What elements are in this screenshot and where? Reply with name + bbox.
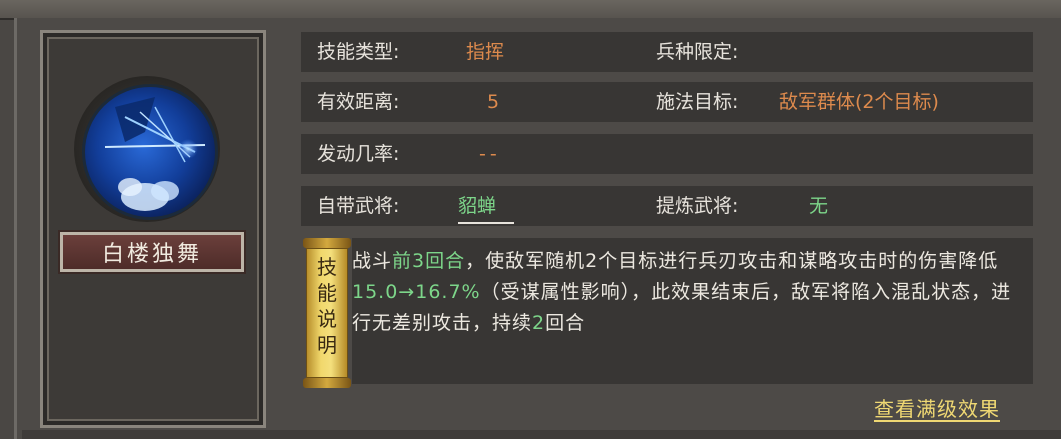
skill-orb-icon[interactable] [82, 84, 218, 220]
desc-highlight-percent: 15.0→16.7% [352, 281, 481, 303]
skill-description-text: 战斗前3回合，使敌军随机2个目标进行兵刃攻击和谋略攻击时的伤害降低 15.0→16… [352, 246, 1028, 339]
own-general-underline [458, 222, 514, 224]
desc-highlight-rounds: 前3回合 [392, 250, 466, 272]
scroll-char-2: 能 [317, 281, 337, 305]
scroll-char-4: 明 [317, 333, 337, 357]
desc-part-2: ，使敌军随机2个目标进行兵刃攻击和谋略攻击时的伤害降低 [465, 250, 999, 272]
panel-bottom-edge [22, 430, 1061, 439]
scroll-icon: 技 能 说 明 [303, 238, 351, 388]
own-general-value[interactable]: 貂蝉 [458, 186, 496, 226]
scroll-label: 技 能 说 明 [306, 254, 348, 358]
target-value: 敌军群体(2个目标) [779, 91, 939, 113]
range-value: 5 [487, 91, 500, 113]
skill-description-box: 战斗前3回合，使敌军随机2个目标进行兵刃攻击和谋略攻击时的伤害降低 15.0→16… [352, 238, 1033, 384]
info-row-range: 有效距离: 5 施法目标: 敌军群体(2个目标) [301, 82, 1033, 122]
skill-name-plate: 白楼独舞 [60, 232, 244, 272]
refine-general-value: 无 [809, 195, 829, 217]
scroll-char-3: 说 [317, 307, 337, 331]
info-row-type: 技能类型: 指挥 兵种限定: [301, 32, 1033, 72]
scroll-char-1: 技 [317, 255, 337, 279]
top-strip [0, 0, 1061, 20]
refine-general-label: 提炼武将: [656, 195, 739, 217]
own-general-label: 自带武将: [317, 195, 400, 217]
info-row-chance: 发动几率: -- [301, 134, 1033, 174]
skill-orb-art [104, 97, 206, 211]
target-label: 施法目标: [656, 91, 739, 113]
skill-type-label: 技能类型: [317, 41, 400, 63]
desc-part-4: 回合 [545, 312, 586, 334]
info-row-generals: 自带武将: 貂蝉 提炼武将: 无 [301, 186, 1033, 226]
range-label: 有效距离: [317, 91, 400, 113]
desc-part-1: 战斗 [352, 250, 393, 272]
skill-type-value: 指挥 [466, 41, 505, 63]
view-max-level-link[interactable]: 查看满级效果 [874, 394, 1000, 424]
chance-label: 发动几率: [317, 143, 400, 165]
chance-value: -- [479, 143, 501, 165]
scroll-top-cap [303, 238, 351, 248]
troop-limit-label: 兵种限定: [656, 41, 739, 63]
scroll-bottom-cap [303, 378, 351, 388]
desc-highlight-duration: 2 [532, 312, 546, 334]
